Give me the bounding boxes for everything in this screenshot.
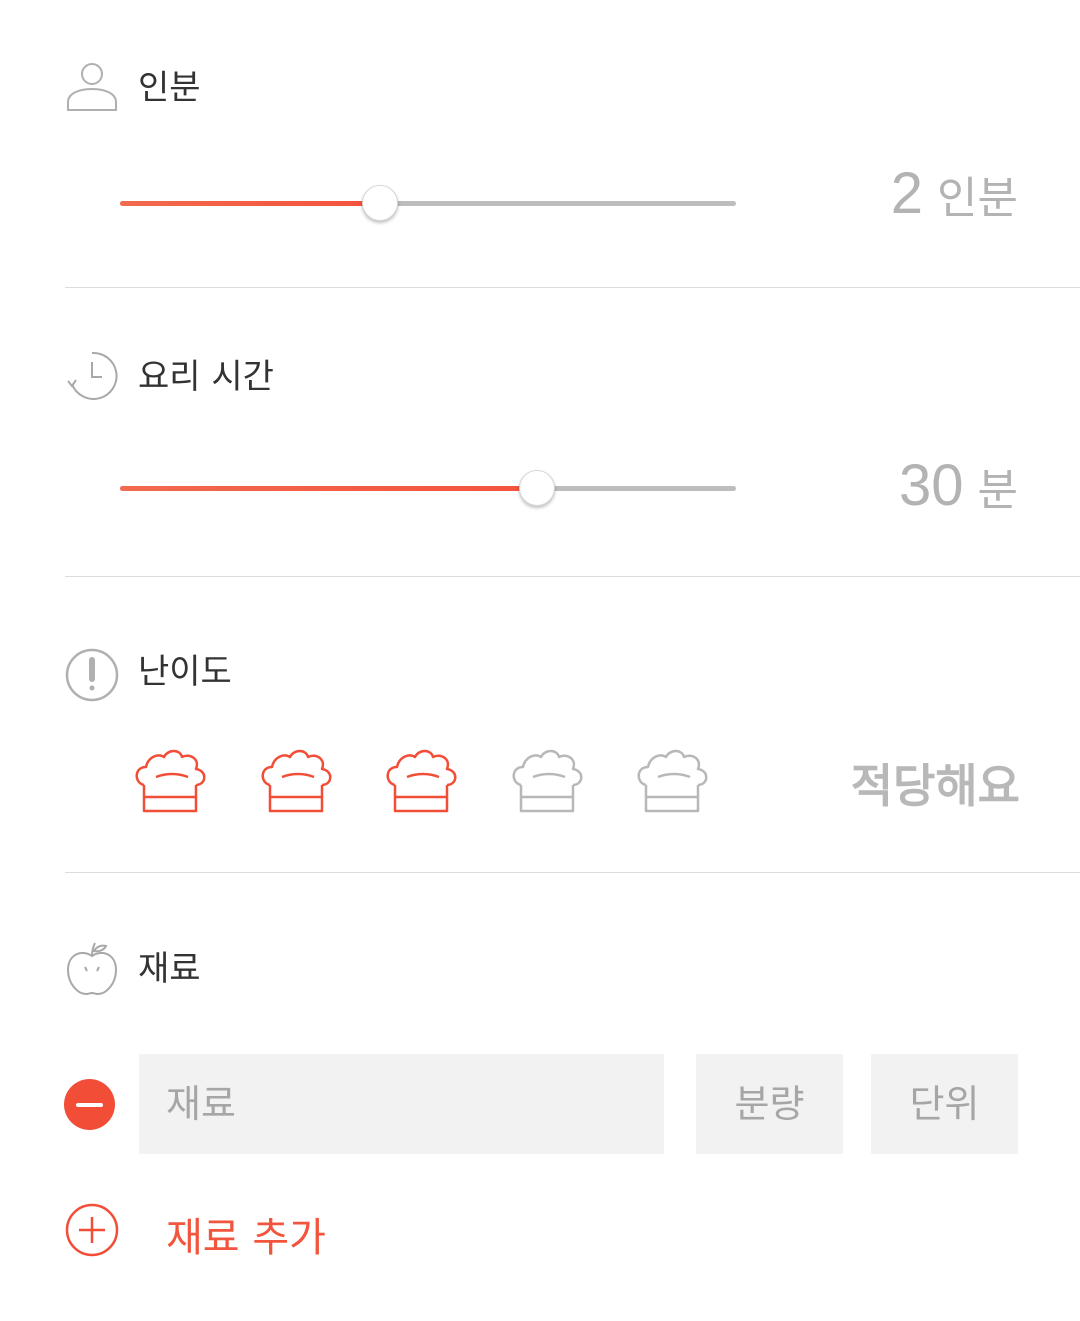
person-icon bbox=[64, 58, 120, 114]
servings-slider[interactable] bbox=[120, 183, 736, 223]
difficulty-rating[interactable] bbox=[132, 745, 732, 815]
slider-thumb[interactable] bbox=[362, 185, 398, 221]
divider bbox=[65, 576, 1080, 577]
add-ingredient-button[interactable]: 재료 추가 bbox=[166, 1205, 326, 1263]
difficulty-label: 적당해요 bbox=[850, 759, 1020, 813]
minus-bar bbox=[76, 1103, 103, 1107]
divider bbox=[65, 287, 1080, 288]
slider-fill bbox=[120, 486, 536, 491]
difficulty-title: 난이도 bbox=[138, 652, 232, 692]
ingredient-unit-input[interactable]: 단위 bbox=[871, 1054, 1018, 1154]
chef-hat-icon[interactable] bbox=[634, 745, 710, 815]
servings-value: 2 인분 bbox=[891, 160, 1018, 227]
ingredients-title: 재료 bbox=[138, 949, 201, 989]
slider-fill bbox=[120, 201, 379, 206]
cook-time-number: 30 bbox=[899, 453, 964, 518]
servings-title: 인분 bbox=[138, 68, 201, 108]
ingredient-amount-input[interactable]: 분량 bbox=[696, 1054, 843, 1154]
cook-time-slider[interactable] bbox=[120, 468, 736, 508]
apple-icon bbox=[64, 940, 120, 996]
cook-time-value: 30 분 bbox=[899, 452, 1018, 519]
slider-thumb[interactable] bbox=[519, 470, 555, 506]
cook-time-title: 요리 시간 bbox=[138, 357, 274, 397]
chef-hat-icon[interactable] bbox=[509, 745, 585, 815]
cook-time-unit: 분 bbox=[977, 465, 1018, 516]
chef-hat-icon[interactable] bbox=[132, 745, 208, 815]
servings-number: 2 bbox=[890, 161, 924, 226]
clock-icon bbox=[64, 348, 120, 404]
chef-hat-icon[interactable] bbox=[258, 745, 334, 815]
servings-unit: 인분 bbox=[937, 173, 1018, 224]
alert-icon bbox=[64, 647, 120, 703]
plus-circle-icon[interactable] bbox=[64, 1202, 120, 1258]
minus-circle-icon[interactable] bbox=[64, 1079, 115, 1130]
ingredient-name-input[interactable]: 재료 bbox=[139, 1054, 664, 1154]
chef-hat-icon[interactable] bbox=[383, 745, 459, 815]
divider bbox=[65, 872, 1080, 873]
